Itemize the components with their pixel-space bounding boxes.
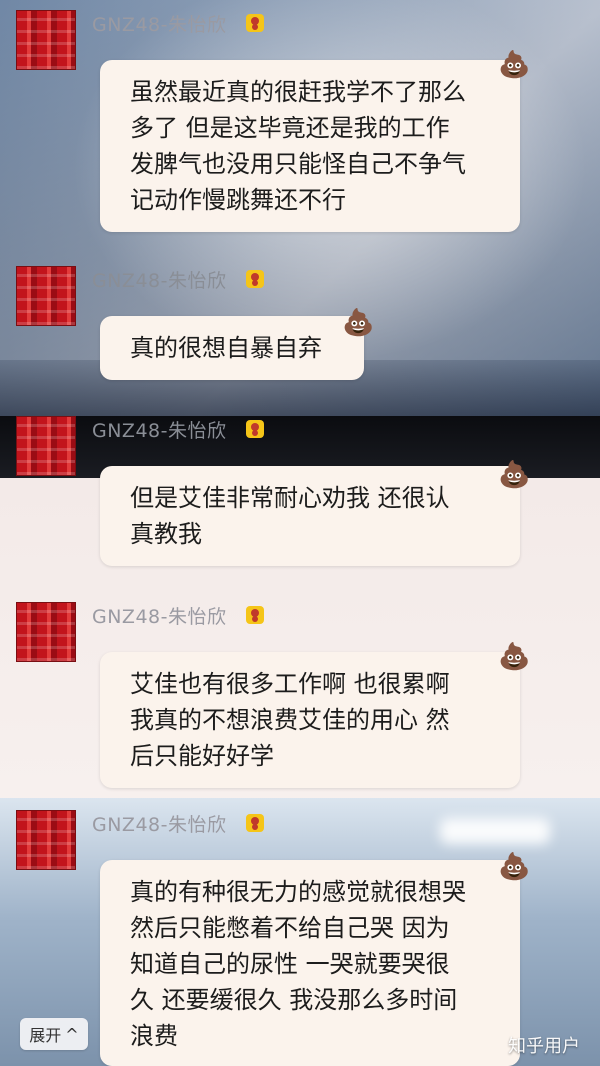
message-bubble[interactable]: 真的很想自暴自弃	[100, 316, 364, 380]
message-line: 但是艾佳非常耐心劝我 还很认	[130, 484, 450, 512]
expand-label: 展开	[29, 1026, 62, 1045]
message-bubble[interactable]: 艾佳也有很多工作啊 也很累啊 我真的不想浪费艾佳的用心 然 后只能好好学	[100, 652, 520, 788]
message-line: 艾佳也有很多工作啊 也很累啊	[130, 670, 450, 698]
message-line: 久 还要缓很久 我没那么多时间	[130, 986, 458, 1014]
message-line: 知道自己的尿性 一哭就要哭很	[130, 950, 450, 978]
message-line: 记动作慢跳舞还不行	[130, 186, 346, 214]
poop-icon: 💩	[498, 460, 531, 490]
poop-icon: 💩	[498, 642, 531, 672]
chevron-up-icon: ^	[65, 1024, 79, 1044]
avatar[interactable]	[16, 416, 76, 476]
message-line: 真的很想自暴自弃	[130, 334, 322, 362]
crown-badge-icon	[246, 14, 264, 32]
avatar[interactable]	[16, 602, 76, 662]
sender-name: GNZ48-朱怡欣	[92, 814, 227, 836]
sender-name: GNZ48-朱怡欣	[92, 270, 227, 292]
message-line: 然后只能憋着不给自己哭 因为	[130, 914, 450, 942]
poop-icon: 💩	[498, 50, 531, 80]
sender-name: GNZ48-朱怡欣	[92, 420, 227, 442]
message-line: 发脾气也没用只能怪自己不争气	[130, 150, 466, 178]
sender-name: GNZ48-朱怡欣	[92, 14, 227, 36]
message-bubble[interactable]: 真的有种很无力的感觉就很想哭 然后只能憋着不给自己哭 因为 知道自己的尿性 一哭…	[100, 860, 520, 1066]
crown-badge-icon	[246, 270, 264, 288]
message-line: 真教我	[130, 520, 202, 548]
expand-button[interactable]: 展开 ^	[20, 1018, 88, 1050]
poop-icon: 💩	[342, 308, 375, 338]
watermark: 知乎用户	[508, 1036, 580, 1057]
ceiling-light	[440, 818, 550, 844]
sender-name: GNZ48-朱怡欣	[92, 606, 227, 628]
message-bubble[interactable]: 虽然最近真的很赶我学不了那么 多了 但是这毕竟还是我的工作 发脾气也没用只能怪自…	[100, 60, 520, 232]
avatar[interactable]	[16, 10, 76, 70]
avatar[interactable]	[16, 266, 76, 326]
message-line: 虽然最近真的很赶我学不了那么	[130, 78, 466, 106]
message-line: 我真的不想浪费艾佳的用心 然	[130, 706, 450, 734]
crown-badge-icon	[246, 814, 264, 832]
message-bubble[interactable]: 但是艾佳非常耐心劝我 还很认 真教我	[100, 466, 520, 566]
poop-icon: 💩	[498, 852, 531, 882]
message-line: 浪费	[130, 1022, 178, 1050]
message-line: 真的有种很无力的感觉就很想哭	[130, 878, 466, 906]
crown-badge-icon	[246, 420, 264, 438]
avatar[interactable]	[16, 810, 76, 870]
message-line: 后只能好好学	[130, 742, 274, 770]
message-line: 多了 但是这毕竟还是我的工作	[130, 114, 450, 142]
crown-badge-icon	[246, 606, 264, 624]
